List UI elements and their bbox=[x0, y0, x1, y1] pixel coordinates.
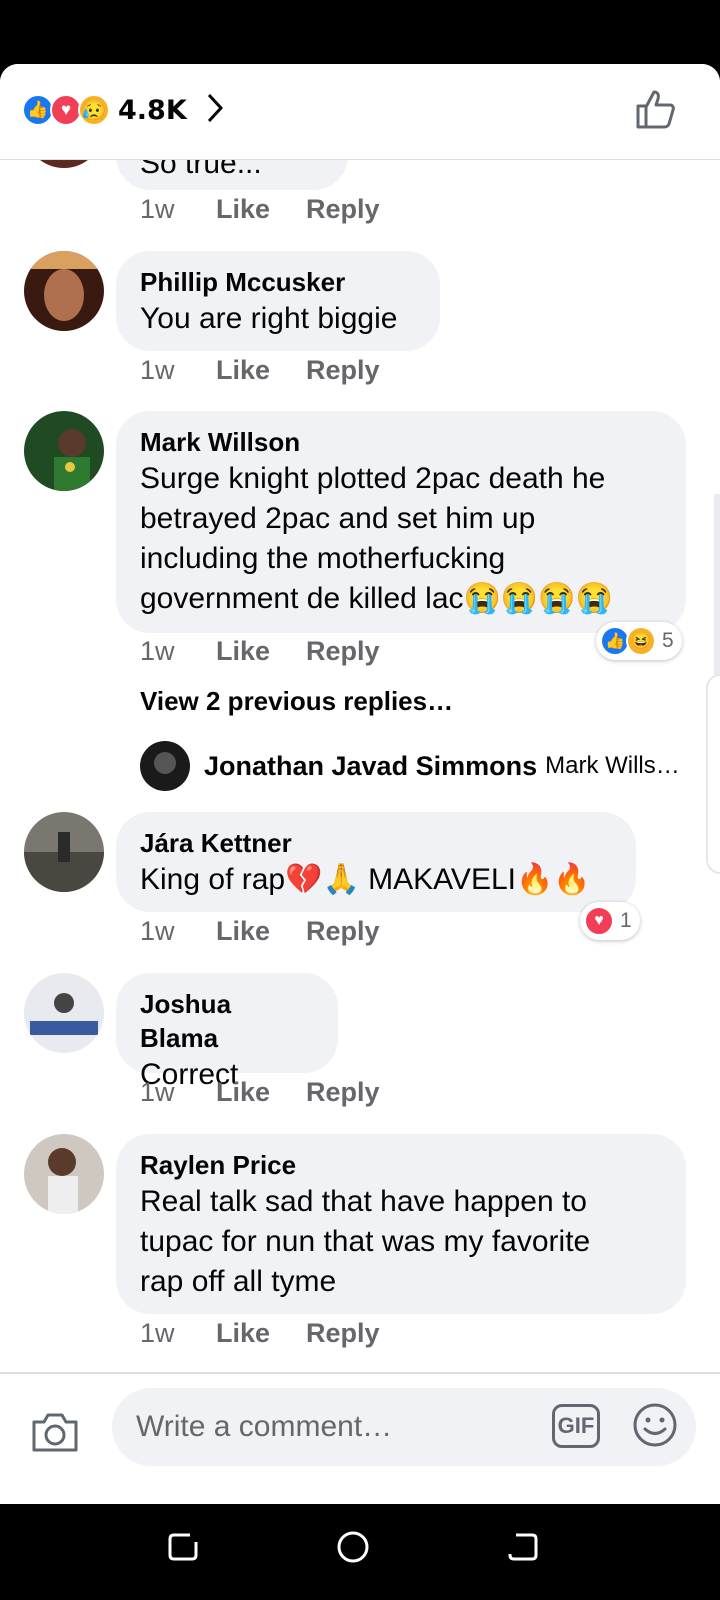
comment-text-line: Surge knight plotted 2pac death he bbox=[140, 462, 606, 495]
reply-link[interactable]: Reply bbox=[306, 194, 380, 225]
commenter-name[interactable]: Raylen Price bbox=[140, 1148, 664, 1182]
reply-link[interactable]: Reply bbox=[306, 916, 380, 947]
comment-actions: 1w Like Reply bbox=[140, 194, 380, 225]
like-link[interactable]: Like bbox=[216, 194, 306, 225]
comment-bubble[interactable]: Joshua Blama Correct bbox=[116, 973, 338, 1091]
like-link[interactable]: Like bbox=[216, 1318, 306, 1349]
comment-reactions[interactable]: ♥ 1 bbox=[580, 902, 640, 940]
comment-actions: 1w Like Reply bbox=[140, 636, 380, 667]
avatar[interactable] bbox=[24, 1134, 104, 1214]
comment-text-line: Real talk sad that have happen to bbox=[140, 1185, 587, 1218]
home-icon[interactable] bbox=[336, 1530, 370, 1569]
thumbs-up-icon bbox=[636, 90, 675, 129]
comment-bubble[interactable]: Mark Willson Surge knight plotted 2pac d… bbox=[116, 411, 686, 633]
commenter-name[interactable]: Jára Kettner bbox=[140, 826, 614, 860]
avatar[interactable] bbox=[24, 812, 104, 892]
chevron-right-icon[interactable] bbox=[205, 92, 225, 129]
commenter-name[interactable]: Mark Willson bbox=[140, 425, 664, 459]
commenter-name[interactable]: Phillip Mccusker bbox=[140, 265, 418, 299]
comment-text-line: including the motherfucking bbox=[140, 542, 506, 575]
avatar[interactable] bbox=[24, 411, 104, 491]
like-link[interactable]: Like bbox=[216, 355, 306, 386]
reply-link[interactable]: Reply bbox=[306, 636, 380, 667]
comment-actions: 1w Like Reply bbox=[140, 355, 380, 386]
sad-icon: 😥 bbox=[78, 94, 110, 126]
comment-bubble[interactable]: Jára Kettner King of rap💔🙏 MAKAVELI🔥🔥 bbox=[116, 812, 636, 912]
emoji-icon[interactable] bbox=[632, 1402, 678, 1453]
reply-author-name[interactable]: Jonathan Javad Simmons bbox=[204, 751, 537, 782]
reply-preview[interactable]: Jonathan Javad Simmons Mark Wills… bbox=[140, 741, 680, 791]
reaction-count: 1 bbox=[620, 909, 632, 932]
comment-time: 1w bbox=[140, 1318, 175, 1348]
comment-input[interactable] bbox=[112, 1388, 696, 1466]
reply-link[interactable]: Reply bbox=[306, 355, 380, 386]
recent-apps-icon[interactable] bbox=[166, 1530, 200, 1569]
comment-text-line: tupac for nun that was my favorite bbox=[140, 1225, 591, 1258]
comment-text: King of rap💔🙏 MAKAVELI🔥🔥 bbox=[140, 863, 591, 896]
like-link[interactable]: Like bbox=[216, 1077, 306, 1108]
comment-text-line: betrayed 2pac and set him up bbox=[140, 502, 536, 535]
avatar[interactable] bbox=[24, 973, 104, 1053]
comment-text-line: government de killed lac😭😭😭😭 bbox=[140, 582, 613, 615]
commenter-name[interactable]: Joshua Blama bbox=[140, 987, 316, 1055]
comment-time: 1w bbox=[140, 636, 175, 666]
comment-bubble[interactable]: Phillip Mccusker You are right biggie bbox=[116, 251, 440, 351]
reply-link[interactable]: Reply bbox=[306, 1077, 380, 1108]
comment-reactions[interactable]: 👍 😆 5 bbox=[596, 622, 682, 660]
comment-actions: 1w Like Reply bbox=[140, 1077, 380, 1108]
comment-text: You are right biggie bbox=[140, 302, 398, 335]
avatar[interactable] bbox=[140, 741, 190, 791]
back-icon[interactable] bbox=[506, 1530, 540, 1569]
reaction-count: 4.8K bbox=[118, 94, 187, 126]
comment-time: 1w bbox=[140, 1077, 175, 1107]
status-bar bbox=[0, 0, 720, 64]
comments-sheet: So true... 1w Like Reply Phillip Mccuske… bbox=[0, 64, 720, 1504]
like-post-button[interactable] bbox=[634, 88, 676, 135]
comment-bubble[interactable]: Raylen Price Real talk sad that have hap… bbox=[116, 1134, 686, 1314]
like-link[interactable]: Like bbox=[216, 636, 306, 667]
reaction-summary[interactable]: 👍 ♥ 😥 4.8K bbox=[22, 90, 225, 130]
camera-icon[interactable] bbox=[30, 1410, 80, 1459]
system-nav-bar bbox=[0, 1504, 720, 1600]
haha-icon: 😆 bbox=[626, 626, 656, 656]
side-panel-handle[interactable] bbox=[706, 674, 720, 874]
comment-actions: 1w Like Reply bbox=[140, 1318, 380, 1349]
reply-link[interactable]: Reply bbox=[306, 1318, 380, 1349]
reactions-header: 👍 ♥ 😥 4.8K bbox=[0, 64, 720, 160]
reaction-count: 5 bbox=[662, 629, 674, 652]
reply-snippet: Mark Wills… bbox=[545, 752, 680, 779]
gif-button[interactable]: GIF bbox=[552, 1404, 600, 1448]
comment-time: 1w bbox=[140, 194, 175, 224]
comment-actions: 1w Like Reply bbox=[140, 916, 380, 947]
like-link[interactable]: Like bbox=[216, 916, 306, 947]
comment-time: 1w bbox=[140, 355, 175, 385]
comment-time: 1w bbox=[140, 916, 175, 946]
comment-composer: GIF bbox=[0, 1372, 720, 1504]
avatar[interactable] bbox=[24, 251, 104, 331]
view-previous-replies[interactable]: View 2 previous replies… bbox=[140, 686, 453, 717]
comment-text-line: rap off all tyme bbox=[140, 1265, 337, 1298]
love-icon: ♥ bbox=[584, 906, 614, 936]
